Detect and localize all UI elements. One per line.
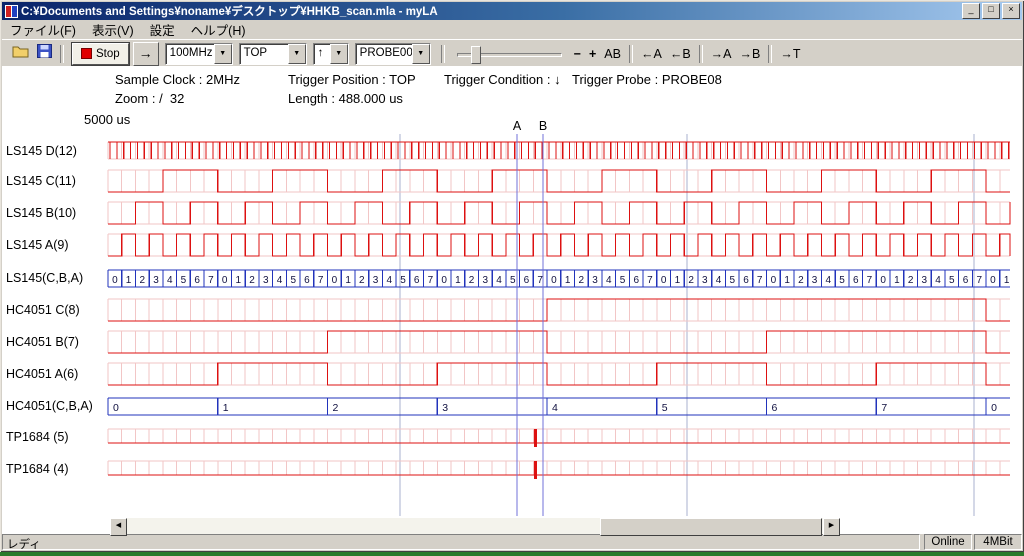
channel-label-ls145-bus: LS145(C,B,A) (6, 271, 106, 285)
svg-text:2: 2 (140, 275, 146, 286)
info-zoom: Zoom : / 32 (115, 91, 184, 106)
svg-text:5: 5 (949, 275, 955, 286)
svg-text:7: 7 (976, 275, 982, 286)
svg-text:0: 0 (991, 402, 997, 414)
svg-text:3: 3 (263, 275, 269, 286)
scroll-right-icon[interactable]: ▶ (823, 518, 840, 536)
info-length: Length : 488.000 us (288, 91, 403, 106)
channel-label-ls145-a9: LS145 A(9) (6, 238, 106, 252)
svg-text:7: 7 (318, 275, 324, 286)
svg-text:7: 7 (428, 275, 434, 286)
svg-text:5: 5 (290, 275, 296, 286)
svg-text:3: 3 (483, 275, 489, 286)
info-trigger-condition: Trigger Condition : ↓ (444, 72, 561, 87)
info-sample-clock: Sample Clock : 2MHz (115, 72, 240, 87)
svg-text:6: 6 (304, 275, 310, 286)
channel-label-ls145-b10: LS145 B(10) (6, 206, 106, 220)
channel-label-hc4051-bus: HC4051(C,B,A) (6, 399, 106, 413)
svg-text:6: 6 (853, 275, 859, 286)
svg-text:5: 5 (662, 402, 668, 414)
svg-text:5: 5 (510, 275, 516, 286)
svg-text:6: 6 (194, 275, 200, 286)
svg-text:2: 2 (469, 275, 475, 286)
svg-text:6: 6 (633, 275, 639, 286)
svg-text:2: 2 (579, 275, 585, 286)
scrollbar-thumb[interactable] (600, 518, 822, 536)
svg-text:5: 5 (839, 275, 845, 286)
svg-text:5: 5 (729, 275, 735, 286)
svg-text:6: 6 (414, 275, 420, 286)
channel-label-hc4051-b7: HC4051 B(7) (6, 335, 106, 349)
cursor-b-label[interactable]: B (537, 119, 549, 133)
svg-text:2: 2 (688, 275, 694, 286)
svg-text:7: 7 (867, 275, 873, 286)
svg-text:2: 2 (333, 402, 339, 414)
svg-text:4: 4 (716, 275, 722, 286)
svg-text:0: 0 (551, 275, 557, 286)
svg-text:0: 0 (441, 275, 447, 286)
channel-label-ls145-d12: LS145 D(12) (6, 144, 106, 158)
svg-text:7: 7 (757, 275, 763, 286)
svg-text:5: 5 (400, 275, 406, 286)
svg-text:0: 0 (222, 275, 228, 286)
svg-text:0: 0 (880, 275, 886, 286)
svg-text:0: 0 (771, 275, 777, 286)
channel-label-ls145-c11: LS145 C(11) (6, 174, 106, 188)
svg-text:5: 5 (181, 275, 187, 286)
svg-text:2: 2 (249, 275, 255, 286)
svg-text:4: 4 (277, 275, 283, 286)
svg-text:3: 3 (373, 275, 379, 286)
svg-text:1: 1 (784, 275, 790, 286)
svg-text:2: 2 (359, 275, 365, 286)
svg-text:6: 6 (963, 275, 969, 286)
svg-text:4: 4 (167, 275, 173, 286)
svg-text:3: 3 (442, 402, 448, 414)
svg-text:1: 1 (236, 275, 242, 286)
svg-text:7: 7 (881, 402, 887, 414)
svg-text:2: 2 (908, 275, 914, 286)
scroll-left-icon[interactable]: ◀ (110, 518, 127, 536)
svg-text:1: 1 (455, 275, 461, 286)
svg-text:0: 0 (332, 275, 338, 286)
channel-label-tp1684-5: TP1684 (5) (6, 430, 106, 444)
svg-text:0: 0 (990, 275, 996, 286)
horizontal-scrollbar[interactable]: ◀ ▶ (110, 518, 840, 534)
info-trigger-probe: Trigger Probe : PROBE08 (572, 72, 722, 87)
svg-text:1: 1 (675, 275, 681, 286)
svg-text:0: 0 (113, 402, 119, 414)
svg-text:3: 3 (592, 275, 598, 286)
svg-text:5: 5 (620, 275, 626, 286)
svg-text:4: 4 (496, 275, 502, 286)
svg-text:4: 4 (606, 275, 612, 286)
app-window: C:¥Documents and Settings¥noname¥デスクトップ¥… (0, 0, 1024, 552)
svg-text:1: 1 (1004, 275, 1010, 286)
svg-text:1: 1 (345, 275, 351, 286)
svg-text:1: 1 (894, 275, 900, 286)
svg-text:6: 6 (524, 275, 530, 286)
svg-text:1: 1 (223, 402, 229, 414)
svg-text:1: 1 (126, 275, 132, 286)
svg-text:7: 7 (208, 275, 214, 286)
time-scale-label: 5000 us (84, 112, 130, 127)
svg-text:6: 6 (743, 275, 749, 286)
svg-text:6: 6 (772, 402, 778, 414)
svg-text:3: 3 (812, 275, 818, 286)
channel-label-hc4051-c8: HC4051 C(8) (6, 303, 106, 317)
info-trigger-position: Trigger Position : TOP (288, 72, 416, 87)
svg-text:0: 0 (112, 275, 118, 286)
svg-text:4: 4 (935, 275, 941, 286)
svg-text:3: 3 (702, 275, 708, 286)
svg-text:4: 4 (552, 402, 558, 414)
svg-text:3: 3 (922, 275, 928, 286)
svg-text:4: 4 (826, 275, 832, 286)
svg-text:7: 7 (647, 275, 653, 286)
channel-label-tp1684-4: TP1684 (4) (6, 462, 106, 476)
svg-text:2: 2 (798, 275, 804, 286)
svg-text:0: 0 (661, 275, 667, 286)
channel-label-hc4051-a6: HC4051 A(6) (6, 367, 106, 381)
svg-text:4: 4 (386, 275, 392, 286)
svg-text:3: 3 (153, 275, 159, 286)
cursor-a-label[interactable]: A (511, 119, 523, 133)
svg-text:1: 1 (565, 275, 571, 286)
